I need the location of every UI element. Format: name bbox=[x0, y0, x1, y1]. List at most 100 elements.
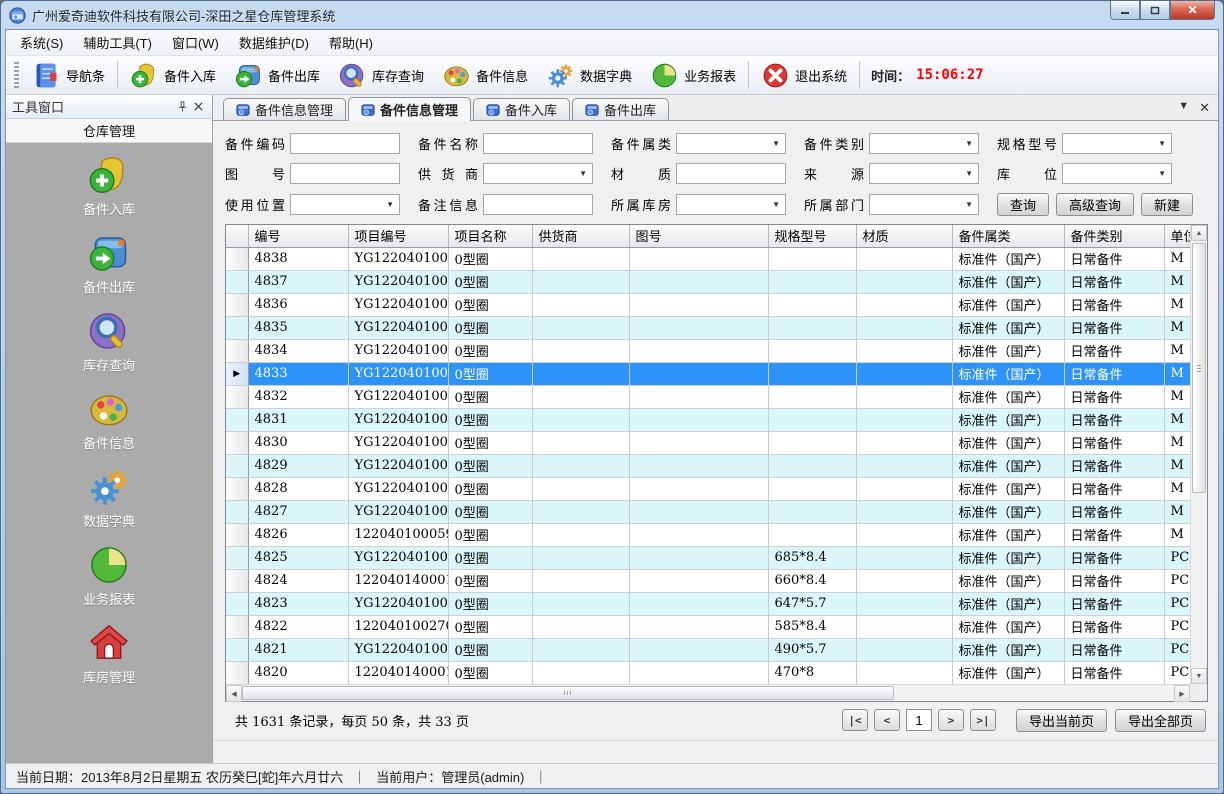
part-category-select[interactable]: ▼ bbox=[869, 133, 979, 154]
table-row[interactable]: 4836YG122040100910型圈标准件（国产）日常备件M bbox=[226, 293, 1190, 316]
table-row[interactable]: 4829YG122040100840型圈标准件（国产）日常备件M bbox=[226, 454, 1190, 477]
row-selector[interactable] bbox=[226, 431, 248, 454]
sidebar-item-parts-info[interactable]: 备件信息 bbox=[49, 387, 169, 452]
table-row[interactable]: 4828YG122040100830型圈标准件（国产）日常备件M bbox=[226, 477, 1190, 500]
row-selector[interactable] bbox=[226, 247, 248, 270]
row-selector[interactable] bbox=[226, 408, 248, 431]
close-button[interactable]: ✕ bbox=[1170, 1, 1215, 20]
column-header-8[interactable]: 备件类别 bbox=[1064, 225, 1164, 247]
material-input[interactable] bbox=[676, 163, 786, 184]
column-header-6[interactable]: 材质 bbox=[856, 225, 952, 247]
horizontal-scroll-thumb[interactable] bbox=[242, 686, 894, 700]
drawing-no-input[interactable] bbox=[290, 163, 400, 184]
toolbar-button-exit[interactable]: 退出系统 bbox=[752, 58, 856, 92]
menu-item[interactable]: 辅助工具(T) bbox=[73, 29, 162, 56]
supplier-select[interactable]: ▼ bbox=[483, 163, 593, 184]
row-selector[interactable] bbox=[226, 385, 248, 408]
tab-3[interactable]: 备件出库 bbox=[572, 98, 669, 120]
page-number-input[interactable]: 1 bbox=[906, 709, 932, 731]
table-row[interactable]: 482212204010027000型圈585*8.4标准件（国产）日常备件PC bbox=[226, 615, 1190, 638]
new-button[interactable]: 新建 bbox=[1141, 193, 1193, 216]
table-row[interactable]: 482412204014000120型圈660*8.4标准件（国产）日常备件PC bbox=[226, 569, 1190, 592]
location-select[interactable]: ▼ bbox=[1062, 163, 1172, 184]
toolbar-grip[interactable] bbox=[14, 62, 19, 88]
sidebar-item-inventory-query[interactable]: 库存查询 bbox=[49, 309, 169, 374]
row-selector[interactable] bbox=[226, 270, 248, 293]
usage-position-select[interactable]: ▼ bbox=[290, 194, 400, 215]
close-icon[interactable] bbox=[190, 99, 206, 115]
sidebar-group-header[interactable]: 仓库管理 bbox=[6, 119, 212, 143]
column-header-0[interactable]: 编号 bbox=[248, 225, 348, 247]
row-selector[interactable] bbox=[226, 477, 248, 500]
table-row[interactable]: 482612204010005990型圈标准件（国产）日常备件M bbox=[226, 523, 1190, 546]
warehouse-select[interactable]: ▼ bbox=[676, 194, 786, 215]
part-code-input[interactable] bbox=[290, 133, 400, 154]
row-selector[interactable] bbox=[226, 339, 248, 362]
table-row[interactable]: 4831YG122040100860型圈标准件（国产）日常备件M bbox=[226, 408, 1190, 431]
toolbar-button-inventory-query[interactable]: 库存查询 bbox=[329, 58, 433, 92]
part-genus-select[interactable]: ▼ bbox=[676, 133, 786, 154]
table-row[interactable]: 4827YG122040100820型圈标准件（国产）日常备件M bbox=[226, 500, 1190, 523]
toolbar-button-navigator[interactable]: 导航条 bbox=[23, 58, 114, 92]
table-row[interactable]: 4825YG122040100810型圈685*8.4标准件（国产）日常备件PC bbox=[226, 546, 1190, 569]
sidebar-item-warehouse-management[interactable]: 库房管理 bbox=[49, 621, 169, 686]
table-row[interactable]: 4821YG122040100790型圈490*5.7标准件（国产）日常备件PC bbox=[226, 638, 1190, 661]
column-header-4[interactable]: 图号 bbox=[629, 225, 768, 247]
minimize-button[interactable] bbox=[1110, 1, 1140, 20]
menu-item[interactable]: 系统(S) bbox=[10, 29, 73, 56]
table-row[interactable]: 4837YG122040100920型圈标准件（国产）日常备件M bbox=[226, 270, 1190, 293]
department-select[interactable]: ▼ bbox=[869, 194, 979, 215]
close-tab-icon[interactable]: ✕ bbox=[1199, 100, 1210, 116]
export-current-page-button[interactable]: 导出当前页 bbox=[1016, 709, 1107, 732]
horizontal-scrollbar[interactable]: ◀ ▶ bbox=[226, 684, 1190, 701]
prev-page-button[interactable]: < bbox=[874, 709, 900, 731]
vertical-scrollbar[interactable]: ▲ ▼ bbox=[1190, 225, 1207, 684]
tab-2[interactable]: 备件入库 bbox=[473, 98, 570, 120]
maximize-button[interactable] bbox=[1140, 1, 1170, 20]
table-row[interactable]: 4838YG122040100930型圈标准件（国产）日常备件M bbox=[226, 247, 1190, 270]
table-row[interactable]: 4834YG122040100890型圈标准件（国产）日常备件M bbox=[226, 339, 1190, 362]
column-header-5[interactable]: 规格型号 bbox=[768, 225, 856, 247]
remark-input[interactable] bbox=[483, 194, 593, 215]
tab-0[interactable]: 备件信息管理 bbox=[223, 98, 346, 120]
export-all-pages-button[interactable]: 导出全部页 bbox=[1115, 709, 1206, 732]
next-page-button[interactable]: > bbox=[938, 709, 964, 731]
column-header-1[interactable]: 项目编号 bbox=[348, 225, 448, 247]
tab-1[interactable]: 备件信息管理 bbox=[348, 97, 471, 121]
toolbar-button-business-report[interactable]: 业务报表 bbox=[641, 58, 745, 92]
advanced-query-button[interactable]: 高级查询 bbox=[1056, 193, 1134, 216]
toolbar-button-parts-inbound[interactable]: 备件入库 bbox=[121, 58, 225, 92]
row-selector[interactable] bbox=[226, 638, 248, 661]
vertical-scroll-thumb[interactable] bbox=[1192, 243, 1206, 493]
table-row[interactable]: 4832YG122040100870型圈标准件（国产）日常备件M bbox=[226, 385, 1190, 408]
menu-item[interactable]: 帮助(H) bbox=[319, 29, 383, 56]
first-page-button[interactable]: |< bbox=[842, 709, 868, 731]
column-header-2[interactable]: 项目名称 bbox=[448, 225, 532, 247]
row-selector[interactable] bbox=[226, 569, 248, 592]
row-selector[interactable] bbox=[226, 523, 248, 546]
menu-item[interactable]: 数据维护(D) bbox=[229, 29, 319, 56]
toolbar-button-data-dictionary[interactable]: 数据字典 bbox=[537, 58, 641, 92]
pin-icon[interactable] bbox=[174, 99, 190, 115]
row-selector-header[interactable] bbox=[226, 225, 248, 247]
source-select[interactable]: ▼ bbox=[869, 163, 979, 184]
scroll-left-icon[interactable]: ◀ bbox=[226, 685, 242, 702]
last-page-button[interactable]: >| bbox=[970, 709, 996, 731]
row-selector[interactable] bbox=[226, 500, 248, 523]
scroll-up-icon[interactable]: ▲ bbox=[1191, 225, 1207, 241]
column-header-9[interactable]: 单位 bbox=[1164, 225, 1190, 247]
table-row[interactable]: 4835YG122040100900型圈标准件（国产）日常备件M bbox=[226, 316, 1190, 339]
column-header-7[interactable]: 备件属类 bbox=[952, 225, 1064, 247]
chevron-down-icon[interactable]: ▼ bbox=[1178, 100, 1189, 116]
query-button[interactable]: 查询 bbox=[997, 193, 1049, 216]
row-selector[interactable] bbox=[226, 661, 248, 684]
row-selector[interactable] bbox=[226, 454, 248, 477]
table-row[interactable]: ▶4833YG122040100880型圈标准件（国产）日常备件M bbox=[226, 362, 1190, 385]
row-selector[interactable] bbox=[226, 615, 248, 638]
toolbar-button-parts-outbound[interactable]: 备件出库 bbox=[225, 58, 329, 92]
toolbar-button-parts-info[interactable]: 备件信息 bbox=[433, 58, 537, 92]
row-selector[interactable] bbox=[226, 293, 248, 316]
row-selector[interactable] bbox=[226, 592, 248, 615]
spec-model-select[interactable]: ▼ bbox=[1062, 133, 1172, 154]
menu-item[interactable]: 窗口(W) bbox=[162, 29, 229, 56]
